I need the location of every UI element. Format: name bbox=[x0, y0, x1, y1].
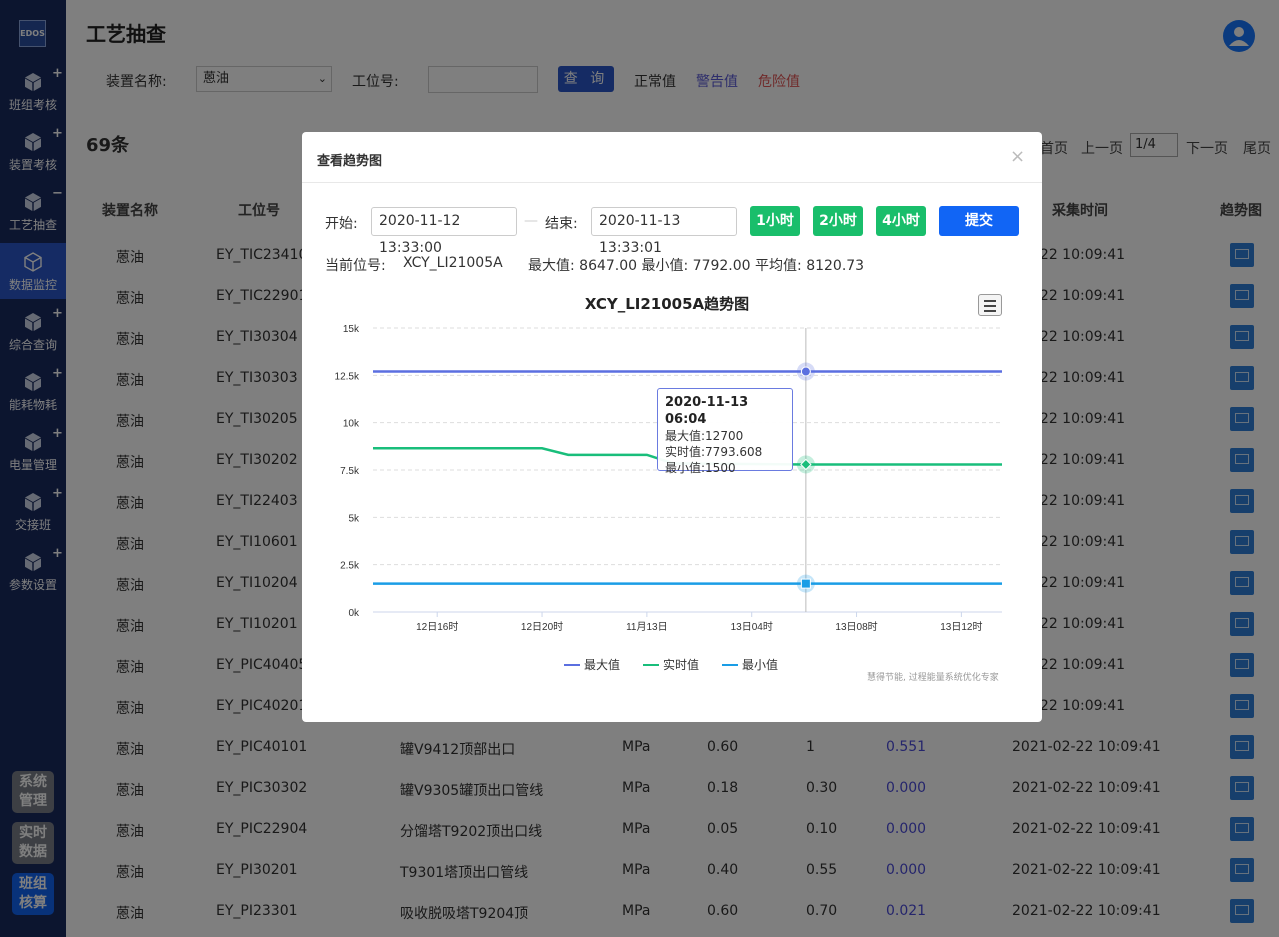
x-tick-label: 12日16时 bbox=[416, 621, 458, 633]
y-tick-label: 15k bbox=[343, 324, 360, 335]
trend-chart: 0k 2.5k 5k 7.5k 10k 12.5k 15k 12日16时 12日20时 11月13… bbox=[335, 324, 1002, 672]
x-tick-label: 13日08时 bbox=[835, 621, 877, 633]
current-position-label: 当前位号: bbox=[325, 258, 386, 274]
chart-credits: 慧得节能, 过程能量系统优化专家 bbox=[867, 673, 999, 683]
one-hour-button[interactable]: 1小时 bbox=[750, 206, 800, 236]
stats-summary: 最大值: 8647.00 最小值: 7792.00 平均值: 8120.73 bbox=[528, 258, 865, 274]
x-tick-label: 12日20时 bbox=[521, 621, 563, 633]
y-tick-label: 2.5k bbox=[340, 561, 360, 572]
modal-title: 查看趋势图 bbox=[317, 154, 383, 169]
legend-label: 最大值 bbox=[584, 657, 620, 672]
chart-title: XCY_LI21005A趋势图 bbox=[584, 295, 750, 313]
trend-modal: 查看趋势图 × 开始: 2020-11-12 13:33:00 — 结束: 20… bbox=[302, 132, 1042, 722]
start-label: 开始: bbox=[325, 216, 358, 232]
y-tick-label: 0k bbox=[348, 608, 360, 619]
legend-label: 实时值 bbox=[663, 657, 699, 672]
end-time-input[interactable]: 2020-11-13 13:33:01 bbox=[591, 207, 737, 256]
x-tick-label: 11月13日 bbox=[626, 621, 668, 633]
y-tick-label: 7.5k bbox=[340, 466, 360, 477]
end-label: 结束: bbox=[545, 216, 578, 232]
start-time-input[interactable]: 2020-11-12 13:33:00 bbox=[371, 207, 517, 256]
y-tick-label: 10k bbox=[343, 419, 360, 430]
y-tick-label: 5k bbox=[348, 513, 360, 524]
close-icon[interactable]: × bbox=[1010, 146, 1025, 167]
hover-marker bbox=[800, 366, 811, 377]
four-hour-button[interactable]: 4小时 bbox=[876, 206, 926, 236]
current-position-value: XCY_LI21005A bbox=[403, 255, 503, 271]
chart-tooltip: 2020-11-13 06:04 最大值:12700 实时值:7793.608 … bbox=[657, 388, 793, 475]
x-tick-label: 13日12时 bbox=[940, 621, 982, 633]
x-tick-label: 13日04时 bbox=[731, 621, 773, 633]
legend-label: 最小值 bbox=[742, 657, 778, 672]
hover-marker bbox=[800, 578, 811, 589]
submit-button[interactable]: 提交 bbox=[939, 206, 1019, 236]
two-hour-button[interactable]: 2小时 bbox=[813, 206, 863, 236]
y-tick-label: 12.5k bbox=[335, 371, 360, 382]
range-separator: — bbox=[524, 213, 538, 229]
modal-header: 查看趋势图 × bbox=[302, 132, 1042, 183]
